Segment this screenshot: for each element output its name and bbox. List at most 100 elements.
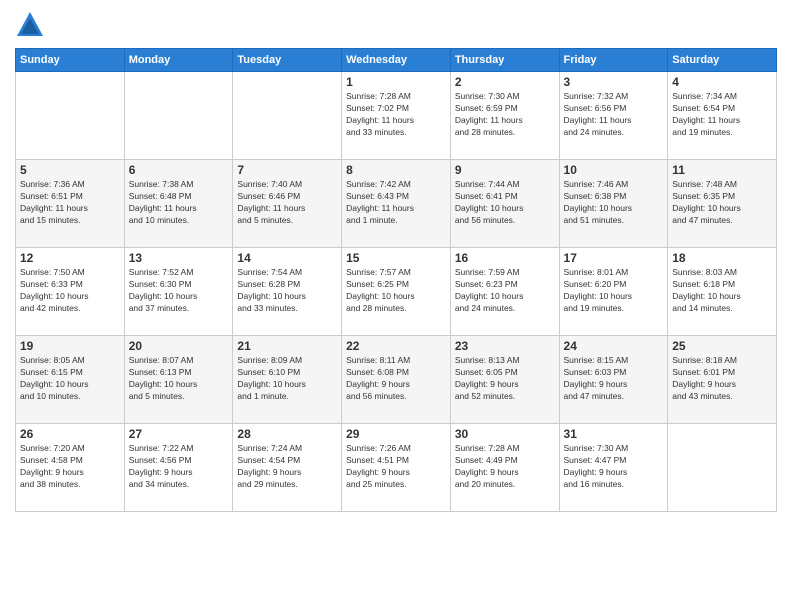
calendar-cell	[668, 424, 777, 512]
calendar-cell: 15 Sunrise: 7:57 AM Sunset: 6:25 PM Dayli…	[342, 248, 451, 336]
day-number: 9	[455, 163, 555, 177]
weekday-saturday: Saturday	[668, 49, 777, 72]
day-info: Sunrise: 8:15 AM Sunset: 6:03 PM Dayligh…	[564, 355, 664, 403]
day-info: Sunrise: 8:07 AM Sunset: 6:13 PM Dayligh…	[129, 355, 229, 403]
weekday-friday: Friday	[559, 49, 668, 72]
day-info: Sunrise: 7:52 AM Sunset: 6:30 PM Dayligh…	[129, 267, 229, 315]
day-number: 25	[672, 339, 772, 353]
calendar-cell: 4Sunrise: 7:34 AM Sunset: 6:54 PM Daylig…	[668, 72, 777, 160]
calendar-cell: 19 Sunrise: 8:05 AM Sunset: 6:15 PM Dayli…	[16, 336, 125, 424]
day-info: Sunrise: 7:57 AM Sunset: 6:25 PM Dayligh…	[346, 267, 446, 315]
day-info: Sunrise: 8:05 AM Sunset: 6:15 PM Dayligh…	[20, 355, 120, 403]
calendar-cell: 21 Sunrise: 8:09 AM Sunset: 6:10 PM Dayli…	[233, 336, 342, 424]
day-number: 16	[455, 251, 555, 265]
week-row-3: 12 Sunrise: 7:50 AM Sunset: 6:33 PM Dayli…	[16, 248, 777, 336]
weekday-thursday: Thursday	[450, 49, 559, 72]
header	[15, 10, 777, 40]
weekday-wednesday: Wednesday	[342, 49, 451, 72]
calendar-cell: 22 Sunrise: 8:11 AM Sunset: 6:08 PM Dayli…	[342, 336, 451, 424]
day-info: Sunrise: 8:18 AM Sunset: 6:01 PM Dayligh…	[672, 355, 772, 403]
calendar-cell: 14 Sunrise: 7:54 AM Sunset: 6:28 PM Dayli…	[233, 248, 342, 336]
day-number: 14	[237, 251, 337, 265]
day-number: 6	[129, 163, 229, 177]
calendar-cell: 29 Sunrise: 7:26 AM Sunset: 4:51 PM Dayli…	[342, 424, 451, 512]
weekday-sunday: Sunday	[16, 49, 125, 72]
day-info: Sunrise: 7:44 AM Sunset: 6:41 PM Dayligh…	[455, 179, 555, 227]
calendar-cell: 18 Sunrise: 8:03 AM Sunset: 6:18 PM Dayli…	[668, 248, 777, 336]
calendar-cell: 13 Sunrise: 7:52 AM Sunset: 6:30 PM Dayli…	[124, 248, 233, 336]
calendar-cell: 6 Sunrise: 7:38 AM Sunset: 6:48 PM Daylig…	[124, 160, 233, 248]
calendar-cell: 20Sunrise: 8:07 AM Sunset: 6:13 PM Dayli…	[124, 336, 233, 424]
calendar-cell: 16 Sunrise: 7:59 AM Sunset: 6:23 PM Dayli…	[450, 248, 559, 336]
day-number: 12	[20, 251, 120, 265]
calendar-cell: 5 Sunrise: 7:36 AM Sunset: 6:51 PM Daylig…	[16, 160, 125, 248]
week-row-4: 19 Sunrise: 8:05 AM Sunset: 6:15 PM Dayli…	[16, 336, 777, 424]
calendar-cell: 17Sunrise: 8:01 AM Sunset: 6:20 PM Dayli…	[559, 248, 668, 336]
day-info: Sunrise: 7:32 AM Sunset: 6:56 PM Dayligh…	[564, 91, 664, 139]
day-info: Sunrise: 8:09 AM Sunset: 6:10 PM Dayligh…	[237, 355, 337, 403]
logo-icon	[15, 10, 45, 40]
calendar-cell: 23 Sunrise: 8:13 AM Sunset: 6:05 PM Dayli…	[450, 336, 559, 424]
day-number: 27	[129, 427, 229, 441]
day-info: Sunrise: 7:36 AM Sunset: 6:51 PM Dayligh…	[20, 179, 120, 227]
week-row-1: 1 Sunrise: 7:28 AM Sunset: 7:02 PM Daylig…	[16, 72, 777, 160]
day-info: Sunrise: 7:50 AM Sunset: 6:33 PM Dayligh…	[20, 267, 120, 315]
day-info: Sunrise: 7:26 AM Sunset: 4:51 PM Dayligh…	[346, 443, 446, 491]
day-number: 19	[20, 339, 120, 353]
day-info: Sunrise: 7:42 AM Sunset: 6:43 PM Dayligh…	[346, 179, 446, 227]
weekday-header-row: SundayMondayTuesdayWednesdayThursdayFrid…	[16, 49, 777, 72]
day-number: 11	[672, 163, 772, 177]
calendar-cell: 10 Sunrise: 7:46 AM Sunset: 6:38 PM Dayli…	[559, 160, 668, 248]
day-info: Sunrise: 7:20 AM Sunset: 4:58 PM Dayligh…	[20, 443, 120, 491]
day-number: 23	[455, 339, 555, 353]
day-info: Sunrise: 7:30 AM Sunset: 4:47 PM Dayligh…	[564, 443, 664, 491]
logo	[15, 10, 49, 40]
day-number: 2	[455, 75, 555, 89]
day-number: 15	[346, 251, 446, 265]
day-number: 28	[237, 427, 337, 441]
calendar-cell: 27Sunrise: 7:22 AM Sunset: 4:56 PM Dayli…	[124, 424, 233, 512]
day-info: Sunrise: 8:13 AM Sunset: 6:05 PM Dayligh…	[455, 355, 555, 403]
day-number: 5	[20, 163, 120, 177]
day-info: Sunrise: 7:59 AM Sunset: 6:23 PM Dayligh…	[455, 267, 555, 315]
day-number: 10	[564, 163, 664, 177]
day-info: Sunrise: 7:28 AM Sunset: 7:02 PM Dayligh…	[346, 91, 446, 139]
day-number: 21	[237, 339, 337, 353]
weekday-tuesday: Tuesday	[233, 49, 342, 72]
day-info: Sunrise: 7:28 AM Sunset: 4:49 PM Dayligh…	[455, 443, 555, 491]
day-info: Sunrise: 8:03 AM Sunset: 6:18 PM Dayligh…	[672, 267, 772, 315]
day-number: 13	[129, 251, 229, 265]
weekday-monday: Monday	[124, 49, 233, 72]
day-number: 17	[564, 251, 664, 265]
day-number: 18	[672, 251, 772, 265]
calendar-cell	[16, 72, 125, 160]
day-number: 22	[346, 339, 446, 353]
calendar-cell: 2 Sunrise: 7:30 AM Sunset: 6:59 PM Daylig…	[450, 72, 559, 160]
day-number: 1	[346, 75, 446, 89]
calendar-cell: 28 Sunrise: 7:24 AM Sunset: 4:54 PM Dayli…	[233, 424, 342, 512]
day-number: 4	[672, 75, 772, 89]
calendar-cell: 30Sunrise: 7:28 AM Sunset: 4:49 PM Dayli…	[450, 424, 559, 512]
day-number: 29	[346, 427, 446, 441]
day-info: Sunrise: 7:54 AM Sunset: 6:28 PM Dayligh…	[237, 267, 337, 315]
day-info: Sunrise: 7:30 AM Sunset: 6:59 PM Dayligh…	[455, 91, 555, 139]
calendar-cell: 26 Sunrise: 7:20 AM Sunset: 4:58 PM Dayli…	[16, 424, 125, 512]
day-info: Sunrise: 7:48 AM Sunset: 6:35 PM Dayligh…	[672, 179, 772, 227]
day-number: 24	[564, 339, 664, 353]
calendar-cell: 1 Sunrise: 7:28 AM Sunset: 7:02 PM Daylig…	[342, 72, 451, 160]
calendar-cell: 9 Sunrise: 7:44 AM Sunset: 6:41 PM Daylig…	[450, 160, 559, 248]
calendar-cell: 7Sunrise: 7:40 AM Sunset: 6:46 PM Daylig…	[233, 160, 342, 248]
calendar-cell: 8Sunrise: 7:42 AM Sunset: 6:43 PM Daylig…	[342, 160, 451, 248]
calendar-cell	[233, 72, 342, 160]
day-info: Sunrise: 7:38 AM Sunset: 6:48 PM Dayligh…	[129, 179, 229, 227]
day-number: 26	[20, 427, 120, 441]
day-info: Sunrise: 8:11 AM Sunset: 6:08 PM Dayligh…	[346, 355, 446, 403]
calendar-cell: 3 Sunrise: 7:32 AM Sunset: 6:56 PM Daylig…	[559, 72, 668, 160]
day-number: 3	[564, 75, 664, 89]
day-info: Sunrise: 7:24 AM Sunset: 4:54 PM Dayligh…	[237, 443, 337, 491]
calendar-cell	[124, 72, 233, 160]
day-info: Sunrise: 7:46 AM Sunset: 6:38 PM Dayligh…	[564, 179, 664, 227]
calendar-cell: 25 Sunrise: 8:18 AM Sunset: 6:01 PM Dayli…	[668, 336, 777, 424]
page: SundayMondayTuesdayWednesdayThursdayFrid…	[0, 0, 792, 612]
day-number: 31	[564, 427, 664, 441]
